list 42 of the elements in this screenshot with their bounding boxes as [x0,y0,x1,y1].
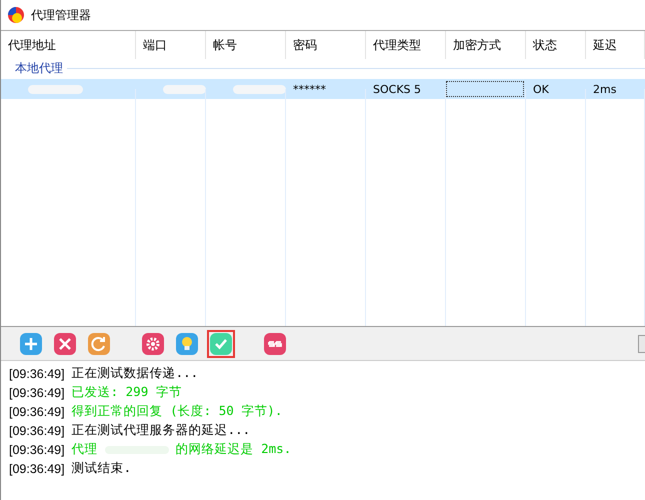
lightbulb-icon [176,332,198,354]
column-header[interactable]: 延迟 [586,31,645,59]
column-header[interactable]: 代理地址 [1,31,136,59]
table-cell: 2ms [593,82,616,96]
table-cell: SOCKS 5 [373,82,422,96]
table-cell: ****** [293,82,326,96]
delete-icon [54,332,76,354]
refresh-icon [88,332,110,354]
checkmark-icon [210,332,232,354]
redacted-value [163,84,206,94]
log-time: [09:36:49] [9,366,65,380]
side-button[interactable] [638,335,645,353]
column-header[interactable]: 帐号 [206,31,286,59]
column-header[interactable]: 加密方式 [446,31,526,59]
log-message: 正在测试数据传递... [72,365,198,382]
toolbar-button[interactable] [207,330,235,358]
redacted-value [233,84,286,94]
log-time: [09:36:49] [9,404,65,418]
app-icon [7,6,25,24]
log-message: 正在测试代理服务器的延迟... [72,422,250,439]
column-header[interactable]: 状态 [526,31,586,59]
focused-cell[interactable] [446,81,524,97]
settings-icon [142,332,164,354]
log-message: 代理 [72,441,98,458]
log-message: 得到正常的回复 (长度: 50 字节). [72,403,282,420]
log-message: 的网络延迟是 2ms. [176,441,292,458]
window-title: 代理管理器 [31,6,91,24]
log-time: [09:36:49] [9,442,65,456]
log-message: 测试结束. [72,460,132,477]
column-header[interactable]: 密码 [286,31,366,59]
column-header[interactable]: 端口 [136,31,206,59]
add-icon [20,332,42,354]
ss-logo-icon [264,332,286,354]
table-cell: OK [533,82,549,96]
column-header[interactable]: 代理类型 [366,31,446,59]
log-time: [09:36:49] [9,424,65,438]
log-time: [09:36:49] [9,386,65,400]
log-message: 已发送: 299 字节 [72,384,182,401]
log-time: [09:36:49] [9,462,65,476]
group-header: 本地代理 [15,60,63,76]
redacted-value [28,84,83,94]
table-row[interactable]: ****** SOCKS 5 OK 2ms [1,79,645,99]
